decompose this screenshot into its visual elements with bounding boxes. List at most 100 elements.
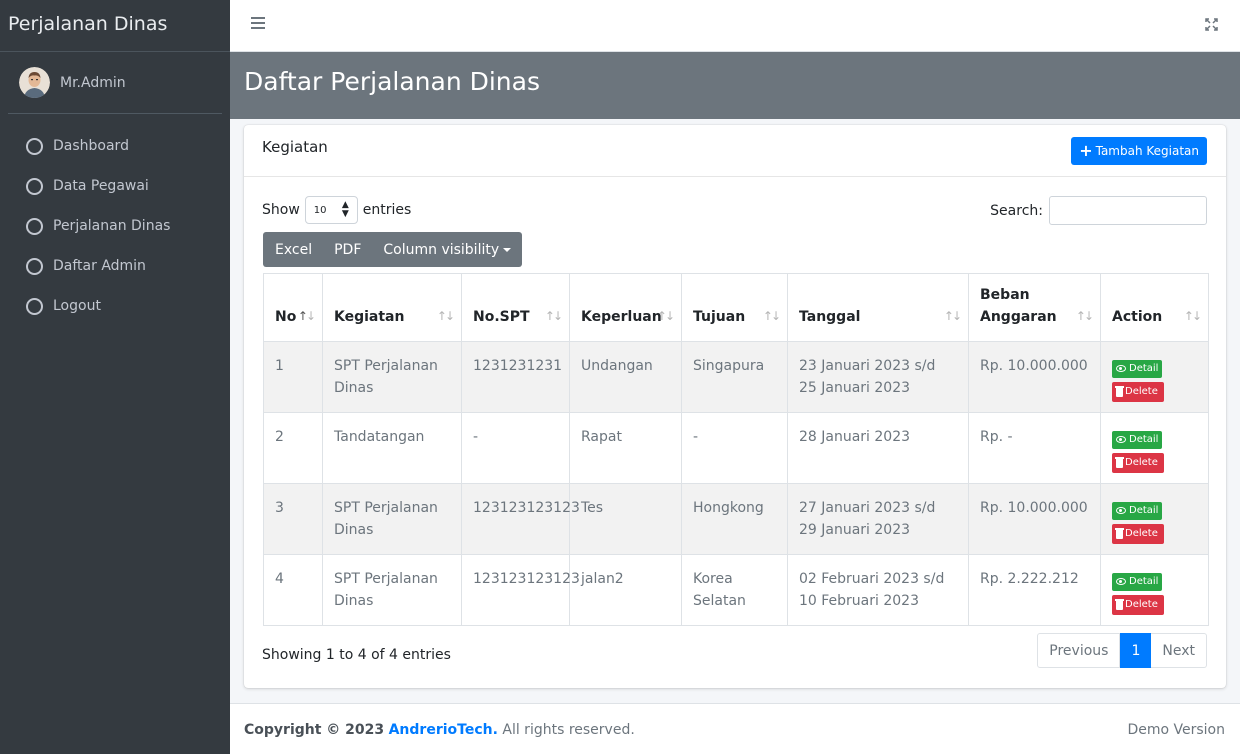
column-header-label: Tanggal — [799, 309, 861, 325]
sidebar-item-logout[interactable]: Logout — [0, 286, 230, 326]
entries-select-value: 10 — [313, 204, 327, 216]
detail-button[interactable]: Detail — [1112, 572, 1163, 591]
column-header-label: Tujuan — [693, 309, 746, 325]
fullscreen-icon[interactable] — [1205, 18, 1218, 35]
table-header-row: No ↑↓ Kegiatan ↑↓ No.SPT ↑↓ Keperluan ↑↓ Tuj… — [263, 273, 1209, 342]
column-header[interactable]: Tanggal ↑↓ — [787, 273, 969, 342]
column-header-label: Beban Anggaran — [980, 287, 1057, 325]
avatar — [19, 67, 50, 98]
delete-label: Delete — [1125, 385, 1158, 397]
cell-no: 2 — [263, 412, 323, 484]
cell-keperluan: Rapat — [569, 412, 682, 484]
sort-icon: ↑↓ — [656, 309, 675, 323]
excel-button[interactable]: Excel — [263, 232, 323, 267]
brand-link[interactable]: Perjalanan Dinas — [0, 0, 230, 52]
eye-icon — [1116, 365, 1126, 372]
delete-button[interactable]: Delete — [1112, 523, 1164, 544]
pagination: Previous 1 Next — [1037, 633, 1207, 668]
cell-spt: 1231231231 — [461, 341, 570, 413]
sidebar-item-data-pegawai[interactable]: Data Pegawai — [0, 166, 230, 206]
show-label: Show — [262, 202, 300, 218]
user-name[interactable]: Mr.Admin — [60, 75, 126, 91]
sidebar-item-daftar-admin[interactable]: Daftar Admin — [0, 246, 230, 286]
eye-icon — [1116, 578, 1126, 585]
column-header[interactable]: No.SPT ↑↓ — [461, 273, 570, 342]
column-header-label: Kegiatan — [334, 309, 405, 325]
cell-tujuan: - — [681, 412, 788, 484]
add-kegiatan-button[interactable]: + Tambah Kegiatan — [1071, 137, 1207, 165]
sidebar-item-label: Dashboard — [53, 138, 129, 154]
sort-icon: ↑↓ — [762, 309, 781, 323]
eye-icon — [1116, 507, 1126, 514]
detail-label: Detail — [1129, 433, 1159, 445]
column-header[interactable]: Keperluan ↑↓ — [569, 273, 682, 342]
trash-icon — [1115, 599, 1124, 610]
column-header[interactable]: Beban Anggaran ↑↓ — [968, 273, 1101, 342]
cell-no: 4 — [263, 554, 323, 626]
entries-select[interactable]: 10 ▲ ▼ — [304, 196, 358, 224]
export-button-group: Excel PDF Column visibility — [263, 232, 523, 267]
column-header-label: Keperluan — [581, 309, 662, 325]
column-header[interactable]: Tujuan ↑↓ — [681, 273, 788, 342]
cell-kegiatan: SPT Perjalanan Dinas — [322, 554, 462, 626]
cell-anggaran: Rp. 10.000.000 — [968, 341, 1101, 413]
cell-no: 1 — [263, 341, 323, 413]
top-navbar — [230, 0, 1240, 52]
table-row: 4 SPT Perjalanan Dinas 123123123123 jala… — [263, 554, 1209, 626]
delete-button[interactable]: Delete — [1112, 452, 1164, 473]
table-row: 2 Tandatangan - Rapat - 28 Januari 2023 … — [263, 412, 1209, 484]
delete-label: Delete — [1125, 598, 1158, 610]
previous-page-button[interactable]: Previous — [1037, 633, 1121, 668]
kegiatan-table: No ↑↓ Kegiatan ↑↓ No.SPT ↑↓ Keperluan ↑↓ Tuj… — [263, 273, 1209, 626]
entries-length: Show 10 ▲ ▼ entries — [262, 196, 411, 224]
sort-icon: ↑↓ — [297, 309, 316, 323]
search-box: Search: — [990, 196, 1207, 225]
detail-button[interactable]: Detail — [1112, 501, 1163, 520]
menu-icon[interactable] — [251, 17, 265, 31]
cell-anggaran: Rp. 10.000.000 — [968, 483, 1101, 555]
sidebar-nav: Dashboard Data Pegawai Perjalanan Dinas … — [0, 114, 230, 326]
cell-spt: 123123123123 — [461, 483, 580, 555]
eye-icon — [1116, 436, 1126, 443]
column-header[interactable]: No ↑↓ — [263, 273, 323, 342]
next-page-button[interactable]: Next — [1151, 633, 1207, 668]
caret-down-icon — [503, 247, 512, 252]
delete-button[interactable]: Delete — [1112, 594, 1164, 615]
footer-brand-link[interactable]: AndrerioTech. — [389, 722, 498, 738]
search-input[interactable] — [1049, 196, 1207, 225]
sort-updown-icon: ▲ ▼ — [341, 200, 349, 219]
sort-icon: ↑↓ — [943, 309, 962, 323]
sidebar-item-label: Data Pegawai — [53, 178, 149, 194]
column-header[interactable]: Action ↑↓ — [1100, 273, 1209, 342]
detail-button[interactable]: Detail — [1112, 430, 1163, 449]
cell-anggaran: Rp. - — [968, 412, 1101, 484]
trash-icon — [1115, 386, 1124, 397]
cell-action: Detail Delete — [1100, 554, 1209, 626]
sidebar-item-perjalanan-dinas[interactable]: Perjalanan Dinas — [0, 206, 230, 246]
sidebar-item-dashboard[interactable]: Dashboard — [0, 126, 230, 166]
footer-version: Demo Version — [1127, 722, 1225, 738]
pdf-button[interactable]: PDF — [323, 232, 372, 267]
sidebar-item-label: Perjalanan Dinas — [53, 218, 171, 234]
cell-spt: 123123123123 — [461, 554, 580, 626]
column-visibility-button[interactable]: Column visibility — [372, 232, 522, 267]
cell-tanggal: 02 Februari 2023 s/d 10 Februari 2023 — [787, 554, 969, 626]
cell-keperluan: Undangan — [569, 341, 682, 413]
cell-tujuan: Singapura — [681, 341, 788, 413]
page-1-button[interactable]: 1 — [1120, 633, 1152, 668]
sort-icon: ↑↓ — [436, 309, 455, 323]
cell-kegiatan: SPT Perjalanan Dinas — [322, 483, 462, 555]
add-kegiatan-label: Tambah Kegiatan — [1095, 144, 1199, 158]
kegiatan-card: Kegiatan + Tambah Kegiatan Show 10 ▲ ▼ en… — [244, 125, 1226, 688]
detail-label: Detail — [1129, 362, 1159, 374]
detail-button[interactable]: Detail — [1112, 359, 1163, 378]
column-header-label: No.SPT — [473, 309, 530, 325]
table-row: 1 SPT Perjalanan Dinas 1231231231 Undang… — [263, 341, 1209, 413]
delete-label: Delete — [1125, 456, 1158, 468]
cell-action: Detail Delete — [1100, 341, 1209, 413]
cell-action: Detail Delete — [1100, 483, 1209, 555]
sidebar: Perjalanan Dinas Mr.Admin Dashboard Data… — [0, 0, 230, 754]
column-header[interactable]: Kegiatan ↑↓ — [322, 273, 462, 342]
delete-button[interactable]: Delete — [1112, 381, 1164, 402]
column-header-label: Action — [1112, 309, 1163, 325]
